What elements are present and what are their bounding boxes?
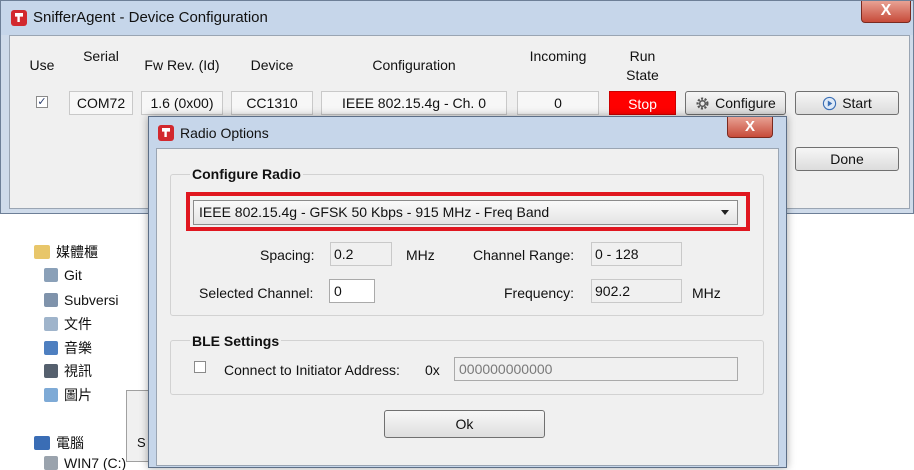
tree-item-subversion[interactable]: Subversi (44, 290, 118, 310)
documents-icon (44, 317, 58, 331)
selected-channel-input[interactable]: 0 (329, 279, 375, 303)
header-run-state-line1: Run (629, 48, 656, 64)
header-device: Device (250, 57, 294, 73)
fw-rev-cell: 1.6 (0x00) (141, 91, 223, 115)
tree-item-label: Git (64, 267, 82, 283)
dialog-title: Radio Options (180, 125, 269, 141)
tree-item-pictures[interactable]: 圖片 (44, 385, 92, 405)
selected-channel-label: Selected Channel: (199, 285, 314, 301)
header-fw-rev: Fw Rev. (Id) (144, 57, 220, 73)
tree-item-label: 音樂 (64, 340, 92, 356)
spacing-label: Spacing: (260, 247, 315, 263)
header-serial: Serial (83, 48, 119, 64)
header-run-state-line2: State (626, 67, 659, 83)
folder-icon (34, 245, 50, 259)
configure-button-label: Configure (715, 95, 776, 111)
header-configuration: Configuration (372, 57, 456, 73)
tree-item-label: 媒體櫃 (56, 244, 98, 260)
tree-item-label: 電腦 (56, 435, 84, 451)
run-state-stop: Stop (609, 91, 676, 115)
dialog-close-button[interactable]: X (727, 117, 773, 138)
channel-range-label: Channel Range: (473, 247, 575, 263)
pictures-icon (44, 388, 58, 402)
spacing-field: 0.2 (330, 242, 392, 266)
tree-item-videos[interactable]: 視訊 (44, 361, 92, 381)
start-button[interactable]: Start (795, 91, 899, 115)
done-button[interactable]: Done (795, 147, 899, 171)
library-icon (44, 268, 58, 282)
connect-initiator-checkbox[interactable] (194, 361, 206, 373)
configure-radio-title: Configure Radio (190, 166, 303, 182)
channel-range-field: 0 - 128 (591, 242, 682, 266)
tree-item-documents[interactable]: 文件 (44, 314, 92, 334)
tree-item-label: 圖片 (64, 387, 92, 403)
initiator-address-input[interactable]: 000000000000 (454, 357, 738, 381)
incoming-cell: 0 (517, 91, 599, 115)
tree-item-label: Subversi (64, 292, 119, 308)
use-checkbox[interactable]: ✓ (36, 96, 48, 108)
ok-button[interactable]: Ok (384, 410, 545, 438)
device-cell: CC1310 (231, 91, 313, 115)
tree-item-git[interactable]: Git (44, 265, 82, 285)
start-button-label: Start (842, 95, 872, 111)
ti-logo-icon (11, 10, 27, 26)
serial-cell: COM72 (69, 91, 133, 115)
ble-settings-title: BLE Settings (190, 333, 282, 349)
configuration-cell: IEEE 802.15.4g - Ch. 0 (321, 91, 507, 115)
frequency-unit: MHz (692, 285, 721, 301)
tree-item-label: 視訊 (64, 363, 92, 379)
play-icon (823, 96, 837, 110)
header-use: Use (29, 57, 55, 73)
gear-icon (696, 97, 709, 109)
library-icon (44, 293, 58, 307)
frequency-label: Frequency: (504, 285, 575, 301)
music-icon (44, 341, 58, 355)
tree-item-label: 文件 (64, 316, 92, 332)
address-prefix: 0x (425, 362, 440, 378)
video-icon (44, 364, 58, 378)
main-window-title: SnifferAgent - Device Configuration (33, 9, 268, 26)
dropdown-highlight-annotation (186, 192, 750, 231)
connect-initiator-label: Connect to Initiator Address: (224, 362, 400, 378)
main-close-button[interactable]: X (861, 1, 911, 23)
spacing-unit: MHz (406, 247, 435, 263)
configure-button[interactable]: Configure (685, 91, 786, 115)
tree-item-library[interactable]: 媒體櫃 (34, 242, 98, 262)
ti-logo-icon (158, 125, 174, 141)
done-button-label: Done (830, 151, 864, 167)
computer-icon (34, 436, 50, 450)
frequency-field: 902.2 (591, 279, 682, 303)
tree-item-music[interactable]: 音樂 (44, 338, 92, 358)
panel-fragment-text: S (137, 435, 146, 450)
header-incoming: Incoming (529, 48, 587, 64)
tree-item-computer[interactable]: 電腦 (34, 433, 84, 453)
